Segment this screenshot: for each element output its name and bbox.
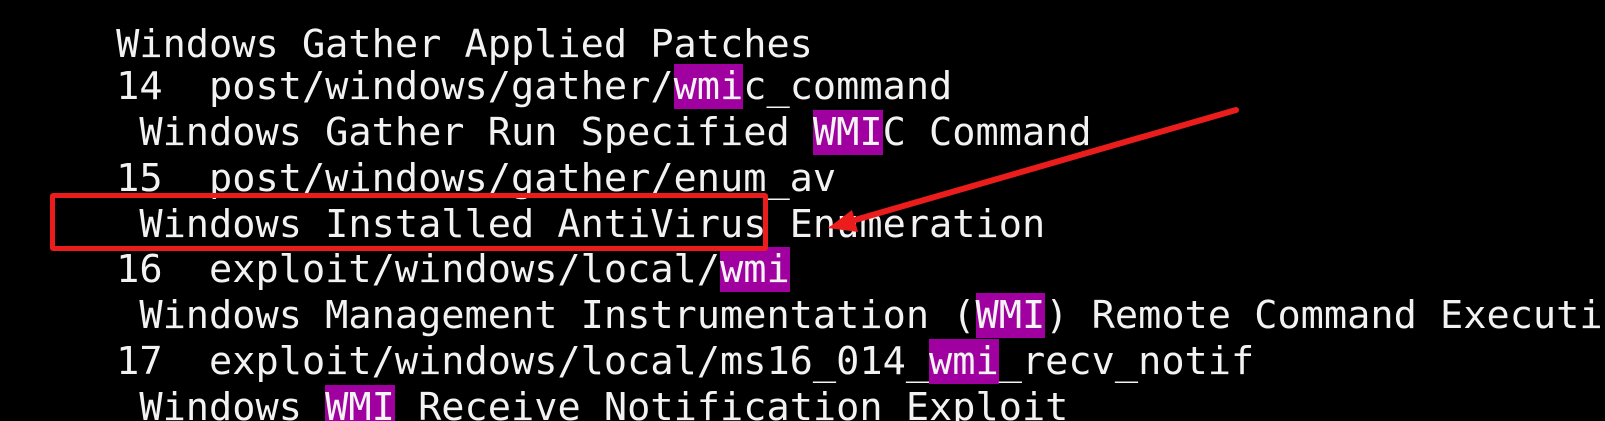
terminal-output: Windows Gather Applied Patches 14 post/w… bbox=[0, 0, 1605, 421]
search-match-highlight: WMI bbox=[325, 385, 395, 421]
module-description: C Command bbox=[882, 110, 1092, 155]
terminal-line-description: Windows Gather Run Specified WMIC Comman… bbox=[0, 64, 1092, 155]
terminal-line-module-14: 14 post/windows/gather/wmic_command bbox=[0, 18, 952, 109]
terminal-line-module-17: 17 exploit/windows/local/ms16_014_wmi_re… bbox=[0, 293, 1254, 384]
module-description: Receive Notification Exploit bbox=[394, 385, 1069, 421]
terminal-line-description: Windows WMI Receive Notification Exploit bbox=[0, 339, 1068, 421]
terminal-line-module-15: 15 post/windows/gather/enum_av bbox=[0, 110, 836, 201]
module-description: Windows bbox=[92, 385, 326, 421]
red-highlight-box bbox=[50, 193, 768, 251]
terminal-line-description: Windows Management Instrumentation (WMI)… bbox=[0, 247, 1605, 338]
